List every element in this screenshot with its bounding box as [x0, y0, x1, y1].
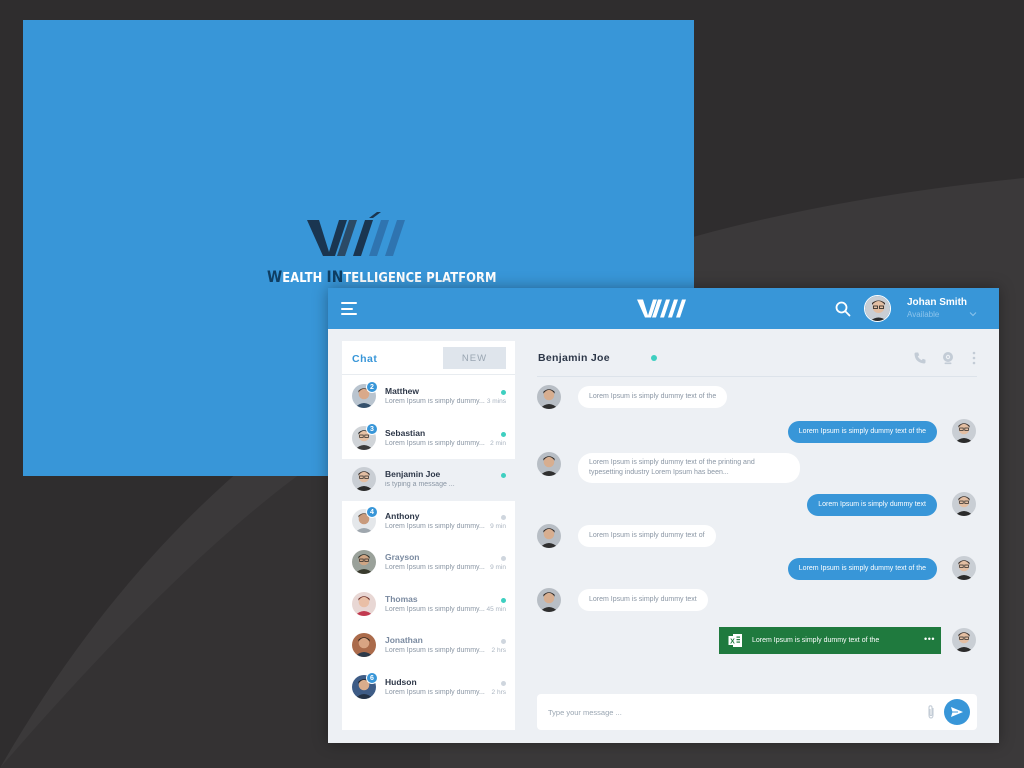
- user-avatar: [952, 419, 976, 443]
- paperclip-icon[interactable]: [925, 704, 937, 720]
- file-more-button[interactable]: •••: [924, 634, 935, 644]
- contact-item[interactable]: Thomas Lorem Ipsum is simply dummy... 45 m…: [342, 584, 515, 626]
- chat-app-window: Johan Smith Available Chat NEW 2 Matthew L…: [328, 288, 999, 743]
- contact-name: Anthony: [385, 510, 420, 521]
- splash-tagline: WEALTH INTELLIGENCE PLATFORM: [267, 267, 497, 286]
- contact-name: Grayson: [385, 552, 420, 562]
- contact-preview: Lorem Ipsum is simply dummy...: [385, 522, 485, 530]
- user-status[interactable]: Available: [907, 310, 939, 319]
- contact-time: 2 min: [490, 439, 506, 447]
- contact-avatar: [537, 452, 561, 476]
- file-name: Lorem Ipsum is simply dummy text of the: [752, 637, 880, 644]
- chevron-down-icon[interactable]: [969, 310, 977, 318]
- excel-icon: X: [728, 634, 742, 647]
- contact-time: 9 min: [490, 564, 506, 571]
- new-chat-button[interactable]: NEW: [443, 347, 506, 369]
- outgoing-message: Lorem Ipsum is simply dummy text of the: [787, 421, 937, 444]
- tagline-part: TELLIGENCE PLATFORM: [343, 271, 497, 286]
- send-button[interactable]: [944, 699, 970, 725]
- contact-name: Thomas: [385, 593, 418, 604]
- unread-badge: 4: [366, 505, 378, 518]
- contact-item[interactable]: Grayson Lorem Ipsum is simply dummy... 9 m…: [342, 542, 515, 584]
- contact-time: 3 mins: [486, 398, 506, 405]
- tab-chat[interactable]: Chat: [352, 353, 377, 365]
- tagline-part: IN: [326, 267, 344, 286]
- incoming-message: Lorem Ipsum is simply dummy text of: [578, 525, 716, 548]
- outgoing-message: Lorem Ipsum is simply dummy text: [807, 494, 937, 517]
- user-avatar: [952, 628, 976, 652]
- presence-dot: [501, 514, 506, 520]
- sidebar-header: Chat NEW: [342, 341, 515, 375]
- presence-dot: [501, 390, 506, 395]
- top-bar: Johan Smith Available: [328, 288, 999, 329]
- contact-preview: Lorem Ipsum is simply dummy...: [385, 605, 485, 613]
- contact-avatar: [352, 591, 376, 616]
- contact-item[interactable]: 2 Matthew Lorem Ipsum is simply dummy... 3 …: [342, 376, 515, 418]
- search-icon[interactable]: [834, 300, 852, 318]
- phone-icon[interactable]: [913, 351, 927, 365]
- outgoing-message: Lorem Ipsum is simply dummy text of the: [787, 558, 937, 581]
- contact-time: 9 min: [490, 522, 506, 530]
- svg-text:X: X: [730, 638, 735, 645]
- presence-dot: [501, 597, 506, 603]
- tagline-part: W: [267, 267, 283, 286]
- user-avatar: [952, 556, 976, 580]
- file-attachment[interactable]: X Lorem Ipsum is simply dummy text of the…: [719, 627, 941, 654]
- more-vertical-icon[interactable]: [971, 351, 977, 365]
- contact-avatar: [537, 588, 561, 612]
- contact-preview: is typing a message ...: [385, 481, 455, 488]
- incoming-message: Lorem Ipsum is simply dummy text of the …: [578, 453, 800, 484]
- contact-name: Benjamin Joe: [385, 469, 441, 479]
- online-indicator: [651, 355, 657, 361]
- contact-item[interactable]: Benjamin Joe is typing a message ...: [342, 459, 515, 501]
- contact-time: 2 hrs: [491, 647, 506, 654]
- contact-time: 45 min: [486, 605, 506, 613]
- presence-dot: [501, 680, 506, 686]
- contact-avatar: [352, 550, 376, 574]
- contact-preview: Lorem Ipsum is simply dummy...: [385, 647, 485, 654]
- tagline-part: EALTH: [282, 271, 327, 286]
- unread-badge: 3: [366, 422, 378, 435]
- contact-item[interactable]: 4 Anthony Lorem Ipsum is simply dummy... 9 …: [342, 501, 515, 543]
- message-composer: [537, 694, 977, 730]
- presence-dot: [501, 639, 506, 644]
- conversation-title: Benjamin Joe: [538, 352, 610, 364]
- webcam-icon[interactable]: [941, 351, 955, 365]
- contact-item[interactable]: Jonathan Lorem Ipsum is simply dummy... 2 …: [342, 625, 515, 667]
- presence-dot: [501, 556, 506, 561]
- contact-avatar: [352, 467, 376, 491]
- contact-avatar: [537, 524, 561, 548]
- send-icon: [951, 707, 963, 717]
- contact-item[interactable]: 6 Hudson Lorem Ipsum is simply dummy... 2 h…: [342, 667, 515, 709]
- contact-preview: Lorem Ipsum is simply dummy...: [385, 688, 485, 696]
- contact-item[interactable]: 3 Sebastian Lorem Ipsum is simply dummy...…: [342, 418, 515, 460]
- presence-dot: [501, 473, 506, 478]
- contact-name: Jonathan: [385, 635, 423, 645]
- conversation-header: Benjamin Joe: [537, 341, 977, 377]
- contact-preview: Lorem Ipsum is simply dummy...: [385, 439, 485, 447]
- user-name[interactable]: Johan Smith: [907, 297, 967, 308]
- incoming-message: Lorem Ipsum is simply dummy text: [578, 589, 708, 612]
- contact-name: Hudson: [385, 676, 417, 687]
- contact-name: Matthew: [385, 386, 419, 396]
- presence-dot: [501, 431, 506, 437]
- chat-sidebar: Chat NEW 2 Matthew Lorem Ipsum is simply d…: [342, 341, 515, 730]
- contact-list: 2 Matthew Lorem Ipsum is simply dummy... 3 …: [342, 376, 515, 708]
- message-input[interactable]: [548, 704, 908, 720]
- contact-time: 2 hrs: [491, 688, 506, 696]
- unread-badge: 6: [366, 671, 378, 684]
- win-logo: [307, 212, 405, 256]
- user-avatar: [952, 492, 976, 516]
- menu-icon[interactable]: [341, 302, 357, 315]
- incoming-message: Lorem Ipsum is simply dummy text of the: [578, 386, 728, 409]
- contact-avatar: [352, 633, 376, 657]
- win-logo[interactable]: [637, 295, 689, 322]
- contact-preview: Lorem Ipsum is simply dummy...: [385, 398, 485, 405]
- user-avatar[interactable]: [864, 295, 891, 322]
- unread-badge: 2: [366, 381, 378, 393]
- contact-avatar: [537, 385, 561, 409]
- contact-name: Sebastian: [385, 427, 426, 438]
- contact-preview: Lorem Ipsum is simply dummy...: [385, 564, 485, 571]
